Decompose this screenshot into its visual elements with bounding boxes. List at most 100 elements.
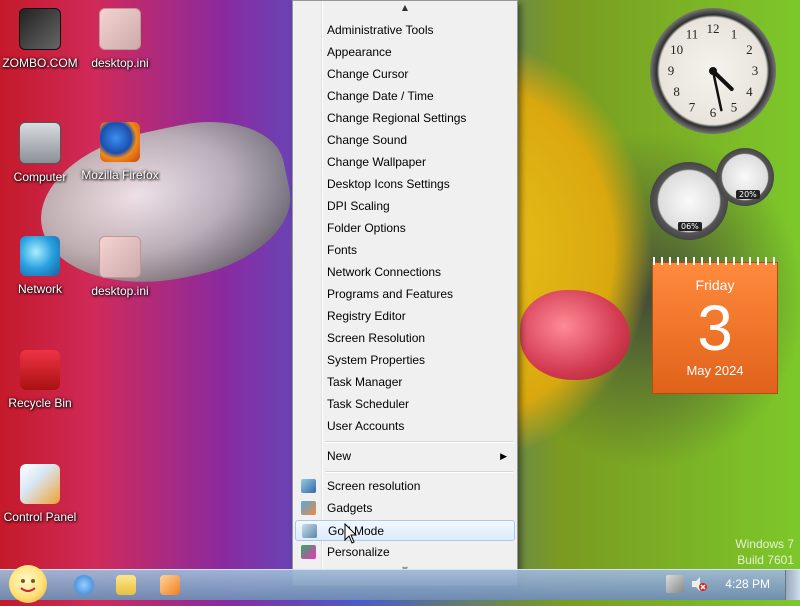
desktop-icon-label: Computer [13, 170, 67, 184]
menu-item-label: Network Connections [327, 265, 442, 279]
god-mode-icon [302, 524, 317, 538]
desktop-icon-recycle-bin[interactable]: Recycle Bin [0, 350, 80, 410]
calendar-day: Friday [695, 277, 735, 293]
menu-item-label: Registry Editor [327, 309, 406, 323]
desktop-icon-computer[interactable]: Computer [0, 122, 80, 184]
menu-item-god-mode[interactable]: God Mode [295, 520, 515, 541]
mouse-cursor-icon [344, 523, 358, 544]
menu-item-label: Programs and Features [327, 287, 454, 301]
desktop-icon-label: ZOMBO.COM [2, 56, 78, 70]
taskbar-media-player[interactable] [152, 572, 188, 598]
menu-item-administrative-tools[interactable]: Administrative Tools [295, 20, 515, 41]
ini-file-icon [99, 236, 141, 278]
desktop-icon-control-panel[interactable]: Control Panel [0, 464, 80, 524]
desktop-icon-label: Mozilla Firefox [81, 168, 159, 182]
menu-item-user-accounts[interactable]: User Accounts [295, 416, 515, 437]
menu-item-task-scheduler[interactable]: Task Scheduler [295, 394, 515, 415]
clock-number: 1 [731, 27, 738, 42]
desktop-icon-firefox[interactable]: Mozilla Firefox [80, 122, 160, 182]
taskbar: 4:28 PM [0, 565, 800, 603]
volume-muted-icon[interactable] [690, 575, 708, 593]
menu-item-label: Fonts [327, 243, 358, 257]
desktop-icon-desktop-ini[interactable]: desktop.ini [80, 8, 160, 70]
submenu-arrow-icon: ▶ [500, 451, 507, 461]
menu-item-change-wallpaper[interactable]: Change Wallpaper [295, 152, 515, 173]
desktop-icon-label: Network [17, 282, 62, 296]
menu-item-label: User Accounts [327, 419, 405, 433]
menu-item-gadgets[interactable]: Gadgets [295, 498, 515, 519]
zombo-icon [19, 8, 61, 50]
clock-number: 4 [746, 84, 753, 99]
menu-item-label: Desktop Icons Settings [327, 177, 450, 191]
desktop-icon-network[interactable]: Network [0, 236, 80, 296]
cpu-percent: 06% [678, 222, 702, 231]
calendar-gadget[interactable]: Friday 3 May 2024 [652, 257, 778, 394]
show-desktop-button[interactable] [785, 570, 800, 600]
memory-percent: 20% [736, 190, 760, 199]
menu-item-label: Change Cursor [327, 67, 409, 81]
calendar-date: 3 [697, 292, 733, 364]
display-icon [301, 479, 316, 493]
menu-item-folder-options[interactable]: Folder Options [295, 218, 515, 239]
menu-item-system-properties[interactable]: System Properties [295, 350, 515, 371]
desktop-icon-label: Control Panel [3, 510, 77, 524]
menu-item-screen-resolution-tool[interactable]: Screen Resolution [295, 328, 515, 349]
menu-separator [325, 441, 513, 443]
menu-item-task-manager[interactable]: Task Manager [295, 372, 515, 393]
menu-item-programs-and-features[interactable]: Programs and Features [295, 284, 515, 305]
menu-item-change-regional-settings[interactable]: Change Regional Settings [295, 108, 515, 129]
menu-item-fonts[interactable]: Fonts [295, 240, 515, 261]
desktop-context-menu[interactable]: ▲ Administrative Tools Appearance Change… [292, 0, 518, 586]
menu-item-network-connections[interactable]: Network Connections [295, 262, 515, 283]
menu-item-label: Change Regional Settings [327, 111, 467, 125]
calendar-month: May 2024 [686, 363, 744, 378]
menu-item-screen-resolution[interactable]: Screen resolution [295, 476, 515, 497]
desktop-icon-zombo[interactable]: ZOMBO.COM [0, 8, 80, 70]
taskbar-clock[interactable]: 4:28 PM [725, 577, 770, 591]
calendar-rings [653, 257, 777, 265]
desktop-icon-label: Recycle Bin [8, 396, 72, 410]
taskbar-windows-explorer[interactable] [108, 572, 144, 598]
ini-file-icon [99, 8, 141, 50]
menu-item-label: Task Scheduler [327, 397, 410, 411]
menu-item-change-date-time[interactable]: Change Date / Time [295, 86, 515, 107]
menu-item-label: Administrative Tools [327, 23, 434, 37]
menu-item-label: DPI Scaling [327, 199, 390, 213]
menu-item-label: Gadgets [327, 501, 373, 515]
recycle-bin-icon [20, 350, 60, 390]
scroll-up-arrow-icon[interactable]: ▲ [293, 3, 517, 19]
menu-item-personalize[interactable]: Personalize [295, 542, 515, 563]
menu-item-label: System Properties [327, 353, 426, 367]
taskbar-internet-explorer[interactable] [66, 572, 102, 598]
menu-item-new[interactable]: New ▶ [295, 446, 515, 467]
windows-explorer-icon [116, 575, 136, 595]
menu-item-registry-editor[interactable]: Registry Editor [295, 306, 515, 327]
menu-item-label: Screen Resolution [327, 331, 426, 345]
clock-number: 5 [731, 99, 738, 114]
menu-separator [325, 471, 513, 473]
menu-item-label: Change Date / Time [327, 89, 434, 103]
wallpaper-tongue [520, 290, 630, 380]
clock-gadget[interactable]: 12 1 2 3 4 5 6 7 8 9 10 11 [650, 8, 776, 134]
menu-item-appearance[interactable]: Appearance [295, 42, 515, 63]
menu-item-change-sound[interactable]: Change Sound [295, 130, 515, 151]
clock-number: 7 [689, 99, 696, 114]
clock-number: 11 [686, 27, 699, 42]
cpu-meter-gadget[interactable]: 06% 20% [650, 148, 776, 240]
clock-number: 10 [670, 42, 683, 57]
start-button[interactable] [9, 565, 47, 603]
watermark-line2: Build 7601 [737, 553, 794, 567]
control-panel-icon [20, 464, 60, 504]
menu-item-dpi-scaling[interactable]: DPI Scaling [295, 196, 515, 217]
watermark-line1: Windows 7 [735, 537, 794, 551]
menu-item-label: New [327, 449, 352, 463]
menu-item-label: Screen resolution [327, 479, 421, 493]
desktop-icon-desktop-ini-2[interactable]: desktop.ini [80, 236, 160, 298]
menu-item-label: Appearance [327, 45, 392, 59]
action-center-icon[interactable] [666, 575, 684, 593]
menu-item-change-cursor[interactable]: Change Cursor [295, 64, 515, 85]
desktop-icon-label: desktop.ini [91, 284, 149, 298]
menu-item-desktop-icons-settings[interactable]: Desktop Icons Settings [295, 174, 515, 195]
menu-item-label: Folder Options [327, 221, 406, 235]
clock-face-icon: 12 12 3 45678 9 1011 [668, 21, 759, 120]
